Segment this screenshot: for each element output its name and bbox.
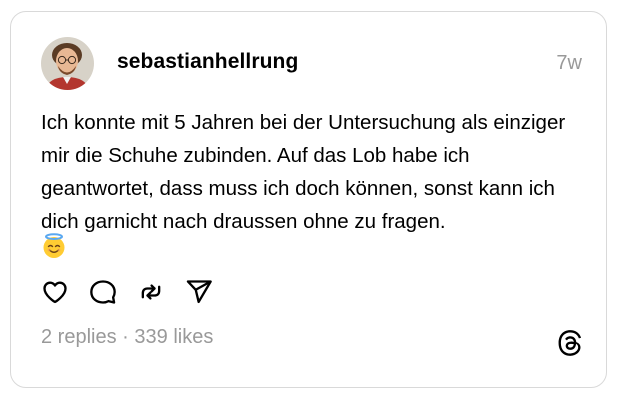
stats-separator: · bbox=[122, 326, 129, 348]
post-card: sebastianhellrung 7w Ich konnte mit 5 Ja… bbox=[10, 11, 607, 388]
post-text: Ich konnte mit 5 Jahren bei der Untersuc… bbox=[41, 111, 566, 233]
likes-count[interactable]: 339 likes bbox=[134, 326, 213, 348]
smiling-face-with-halo-icon bbox=[41, 233, 67, 259]
repost-icon[interactable] bbox=[137, 278, 165, 306]
heart-icon[interactable] bbox=[41, 278, 69, 306]
send-icon[interactable] bbox=[185, 278, 213, 306]
comment-icon[interactable] bbox=[89, 278, 117, 306]
engagement-stats: 2 replies · 339 likes bbox=[41, 326, 213, 349]
avatar[interactable] bbox=[41, 37, 94, 90]
threads-logo-icon[interactable] bbox=[556, 329, 584, 357]
timestamp: 7w bbox=[556, 52, 582, 74]
replies-count[interactable]: 2 replies bbox=[41, 326, 117, 348]
username[interactable]: sebastianhellrung bbox=[117, 50, 298, 74]
